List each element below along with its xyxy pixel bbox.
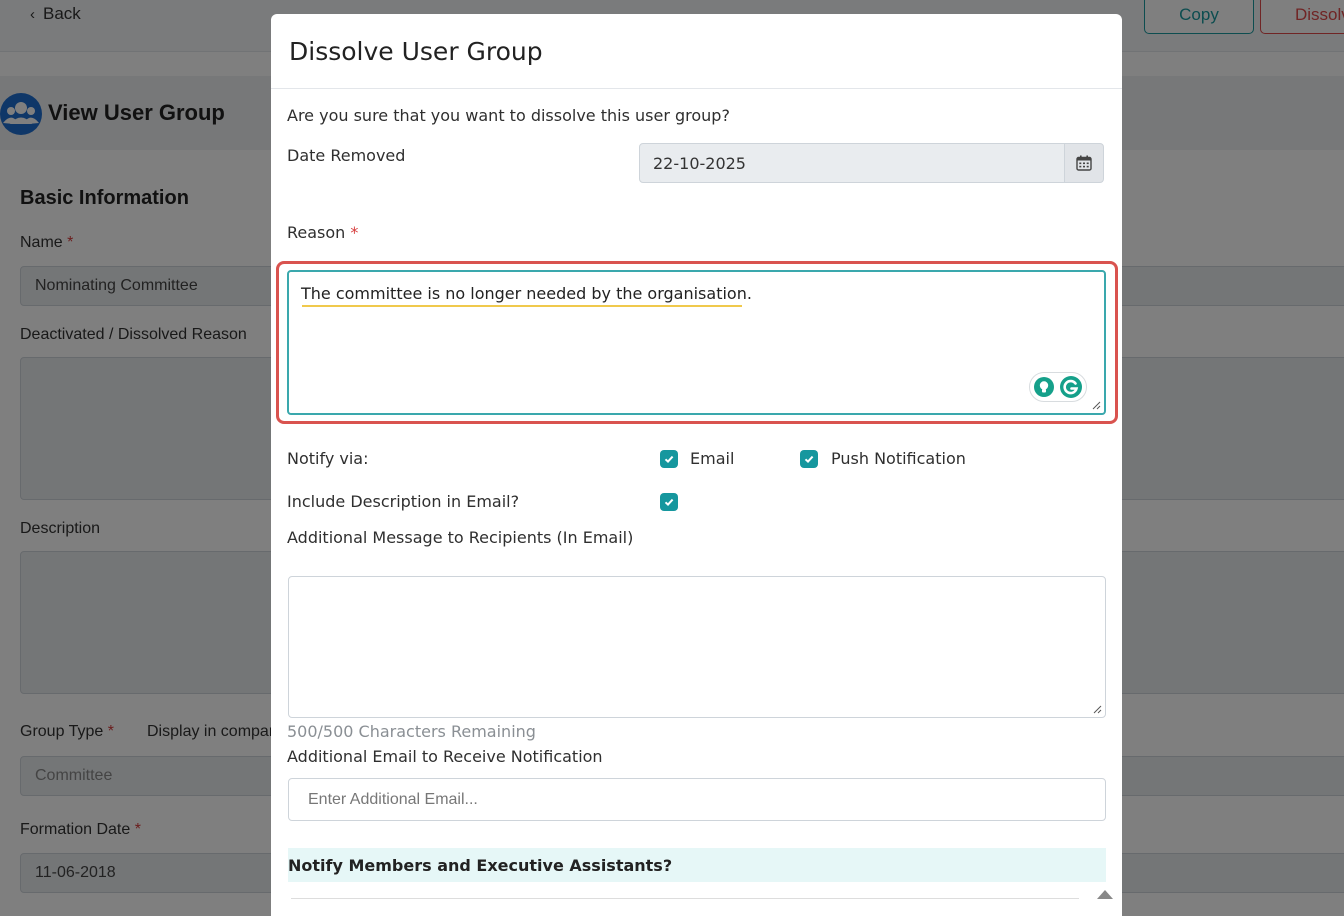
confirm-text: Are you sure that you want to dissolve t… [287,106,730,125]
date-removed-label: Date Removed [287,146,406,165]
characters-remaining: 500/500 Characters Remaining [287,722,536,741]
additional-message-textarea[interactable] [288,576,1106,718]
calendar-button[interactable] [1064,143,1104,183]
resize-grip-icon[interactable] [1092,704,1102,714]
notify-via-label: Notify via: [287,449,369,468]
reason-text: The committee is no longer needed by the… [301,284,752,303]
resize-grip-icon[interactable] [1091,400,1101,410]
calendar-icon [1076,155,1092,171]
grammar-underline [302,305,742,307]
dissolve-modal: Dissolve User Group Are you sure that yo… [271,14,1122,916]
modal-header: Dissolve User Group [271,14,1122,89]
push-checkbox[interactable] [800,450,818,468]
grammarly-icon [1060,376,1082,398]
check-icon [804,455,814,464]
divider [291,898,1079,899]
reason-label: Reason * [287,223,359,242]
check-icon [664,455,674,464]
push-option-label: Push Notification [831,449,966,468]
include-description-label: Include Description in Email? [287,492,520,511]
additional-email-input[interactable]: Enter Additional Email... [288,778,1106,821]
modal-title: Dissolve User Group [289,37,543,66]
notify-members-header: Notify Members and Executive Assistants? [288,848,1106,882]
grammarly-widget[interactable] [1029,372,1087,402]
lightbulb-icon [1034,377,1054,397]
notify-members-label: Notify Members and Executive Assistants? [288,855,673,875]
email-option-label: Email [690,449,735,468]
email-checkbox[interactable] [660,450,678,468]
scroll-up-icon[interactable] [1097,890,1113,899]
include-description-checkbox[interactable] [660,493,678,511]
additional-email-label: Additional Email to Receive Notification [287,747,603,766]
check-icon [664,498,674,507]
reason-textarea[interactable]: The committee is no longer needed by the… [287,270,1106,415]
date-removed-field[interactable]: 22-10-2025 [639,143,1065,183]
additional-message-label: Additional Message to Recipients (In Ema… [287,528,634,547]
